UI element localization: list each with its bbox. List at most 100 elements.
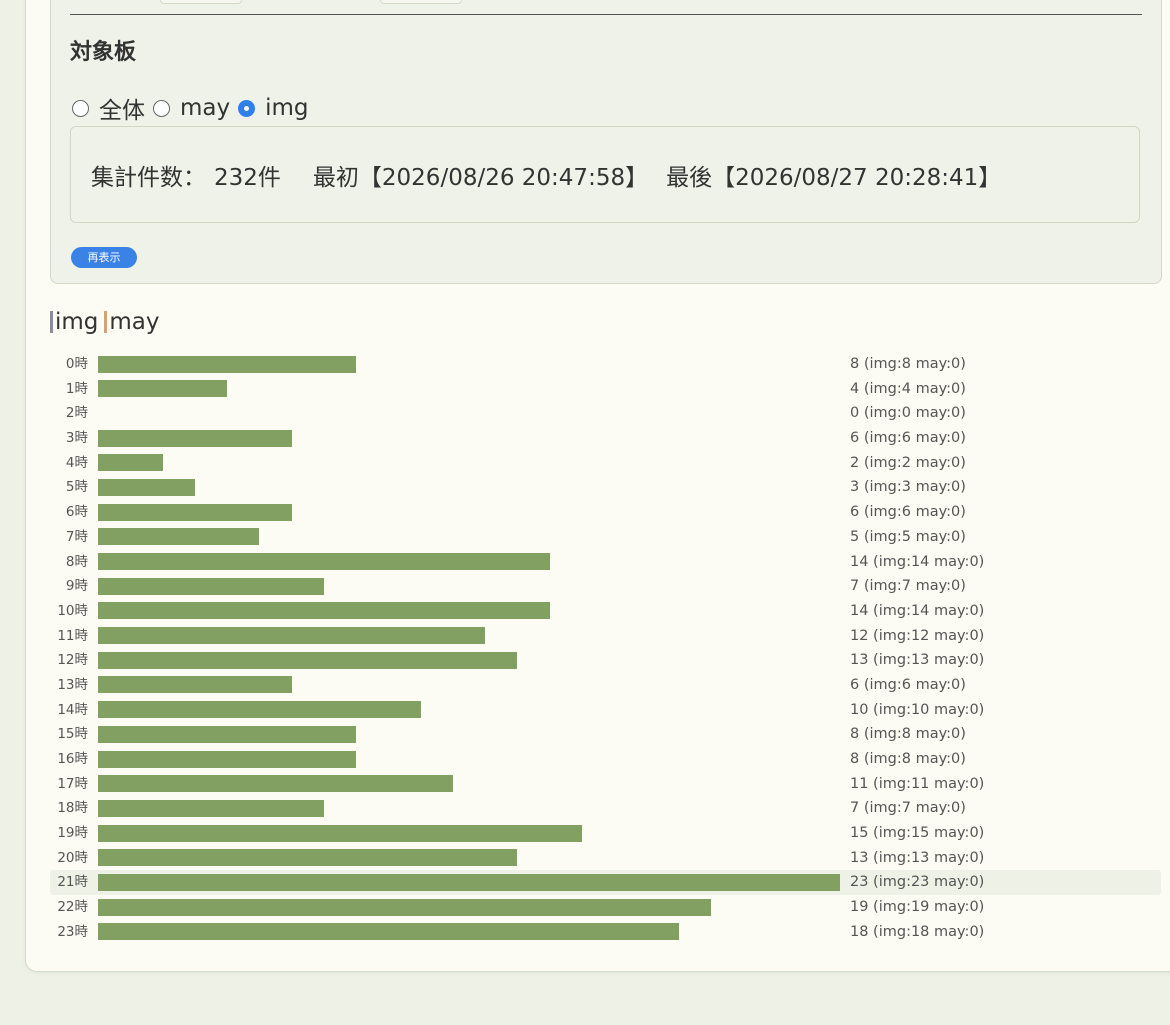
chart-row[interactable]: 9時 7 (img:7 may:0) xyxy=(50,574,1161,599)
hour-value-label: 7 (img:7 may:0) xyxy=(850,578,966,595)
chart-row[interactable]: 0時 8 (img:8 may:0) xyxy=(50,352,1161,377)
last-label: 最後 xyxy=(666,164,713,191)
hour-bar xyxy=(98,553,550,570)
chart-row[interactable]: 10時 14 (img:14 may:0) xyxy=(50,599,1161,624)
hour-bar xyxy=(98,503,292,521)
hour-bar xyxy=(98,627,486,645)
hour-bar xyxy=(98,602,550,620)
hour-bar xyxy=(98,849,518,867)
chart-row[interactable]: 21時 23 (img:23 may:0) xyxy=(50,870,1161,896)
chart-row[interactable]: 8時 14 (img:14 may:0) xyxy=(50,550,1161,575)
board-section-title: 対象板 xyxy=(70,40,137,65)
chart-row[interactable]: 5時 3 (img:3 may:0) xyxy=(50,475,1161,500)
hour-bar xyxy=(98,355,357,373)
hour-bar xyxy=(98,725,357,743)
radio-option-may[interactable]: may xyxy=(153,95,230,121)
hour-label: 3時 xyxy=(65,430,88,447)
count-value: 232件 xyxy=(214,164,281,191)
hour-bar xyxy=(98,701,421,719)
radio-checked-icon[interactable] xyxy=(238,99,256,117)
hour-bar xyxy=(98,380,228,398)
section-divider xyxy=(70,14,1142,15)
hour-value-label: 2 (img:2 may:0) xyxy=(850,454,966,471)
hour-label: 16時 xyxy=(57,751,88,767)
hour-label: 13時 xyxy=(57,676,88,693)
hour-label: 0時 xyxy=(65,356,88,372)
hour-bar xyxy=(98,898,711,916)
chart-row[interactable]: 19時 15 (img:15 may:0) xyxy=(50,821,1161,846)
hour-bar xyxy=(98,454,163,472)
chart-row[interactable]: 12時 13 (img:13 may:0) xyxy=(50,648,1161,673)
hour-value-label: 8 (img:8 may:0) xyxy=(850,726,966,743)
hour-value-label: 5 (img:5 may:0) xyxy=(850,528,966,545)
hour-value-label: 0 (img:0 may:0) xyxy=(850,405,966,422)
hour-value-label: 11 (img:11 may:0) xyxy=(850,775,985,792)
chart-row[interactable]: 16時 8 (img:8 may:0) xyxy=(50,747,1161,772)
legend-swatch xyxy=(50,311,53,333)
summary-box: 集計件数： 232件 最初 【2026/08/26 20:47:58】 最後 【… xyxy=(70,126,1140,223)
radio-option-img[interactable]: img xyxy=(238,95,309,121)
chart-row[interactable]: 7時 5 (img:5 may:0) xyxy=(50,525,1161,550)
hour-value-label: 3 (img:3 may:0) xyxy=(850,479,966,496)
chart-row[interactable]: 6時 6 (img:6 may:0) xyxy=(50,500,1161,525)
first-timestamp: 【2026/08/26 20:47:58】 xyxy=(358,164,649,191)
hour-label: 15時 xyxy=(57,726,88,743)
hour-value-label: 6 (img:6 may:0) xyxy=(850,430,966,447)
hour-value-label: 6 (img:6 may:0) xyxy=(850,676,966,693)
hour-bar xyxy=(98,824,582,842)
chart-row[interactable]: 13時 6 (img:6 may:0) xyxy=(50,673,1161,698)
hour-value-label: 14 (img:14 may:0) xyxy=(850,553,985,570)
hour-bar xyxy=(98,676,292,694)
hour-label: 8時 xyxy=(65,553,88,570)
chart-legend: img may xyxy=(50,306,166,338)
hour-label: 5時 xyxy=(65,479,88,496)
chart-row[interactable]: 17時 11 (img:11 may:0) xyxy=(50,772,1161,797)
radio-option-all[interactable]: 全体 xyxy=(72,91,145,125)
hour-value-label: 7 (img:7 may:0) xyxy=(850,800,966,817)
chart-row[interactable]: 14時 10 (img:10 may:0) xyxy=(50,698,1161,723)
hour-value-label: 13 (img:13 may:0) xyxy=(850,652,985,669)
top-control-stub[interactable] xyxy=(160,0,242,4)
radio-label: 全体 xyxy=(99,98,145,124)
chart-row[interactable]: 20時 13 (img:13 may:0) xyxy=(50,846,1161,871)
hour-bar xyxy=(98,799,324,817)
hour-label: 4時 xyxy=(65,454,88,471)
hour-label: 11時 xyxy=(57,627,88,644)
last-timestamp: 【2026/08/27 20:28:41】 xyxy=(712,164,1002,191)
radio-label: may xyxy=(180,95,231,121)
radio-unchecked-icon[interactable] xyxy=(72,99,89,117)
chart-row[interactable]: 23時 18 (img:18 may:0) xyxy=(50,920,1161,945)
hour-label: 2時 xyxy=(65,405,88,422)
radio-unchecked-icon[interactable] xyxy=(153,99,170,117)
hour-value-label: 13 (img:13 may:0) xyxy=(850,849,985,866)
radio-label: img xyxy=(265,95,309,121)
hour-value-label: 15 (img:15 may:0) xyxy=(850,825,985,842)
legend-item-img: img xyxy=(50,309,98,335)
chart-row[interactable]: 22時 19 (img:19 may:0) xyxy=(50,895,1161,920)
chart-row[interactable]: 3時 6 (img:6 may:0) xyxy=(50,426,1161,451)
chart-row[interactable]: 1時 4 (img:4 may:0) xyxy=(50,377,1161,402)
hour-bar xyxy=(98,873,840,891)
hour-bar xyxy=(98,775,453,793)
top-control-stub[interactable] xyxy=(380,0,462,4)
hour-label: 23時 xyxy=(57,923,88,940)
hour-value-label: 6 (img:6 may:0) xyxy=(850,504,966,521)
board-radio-group: 全体 may img xyxy=(72,92,317,124)
hour-label: 12時 xyxy=(57,652,88,669)
hour-label: 20時 xyxy=(57,849,88,866)
chart-row[interactable]: 15時 8 (img:8 may:0) xyxy=(50,722,1161,747)
hour-label: 7時 xyxy=(65,528,88,545)
hour-label: 17時 xyxy=(57,775,88,792)
hour-label: 22時 xyxy=(57,899,88,916)
chart-row[interactable]: 4時 2 (img:2 may:0) xyxy=(50,451,1161,476)
chart-row[interactable]: 2時 0 (img:0 may:0) xyxy=(50,401,1161,426)
hour-bar xyxy=(98,750,357,768)
hour-value-label: 10 (img:10 may:0) xyxy=(850,701,985,718)
legend-label: may xyxy=(109,309,160,335)
hour-label: 19時 xyxy=(57,825,88,842)
chart-row[interactable]: 18時 7 (img:7 may:0) xyxy=(50,796,1161,821)
chart-row[interactable]: 11時 12 (img:12 may:0) xyxy=(50,624,1161,649)
redisplay-button[interactable]: 再表示 xyxy=(71,247,137,268)
hourly-bar-chart: 0時 8 (img:8 may:0) 1時 4 (img:4 may:0) 2時 0 (i… xyxy=(50,352,1161,945)
hour-value-label: 18 (img:18 may:0) xyxy=(850,923,985,940)
